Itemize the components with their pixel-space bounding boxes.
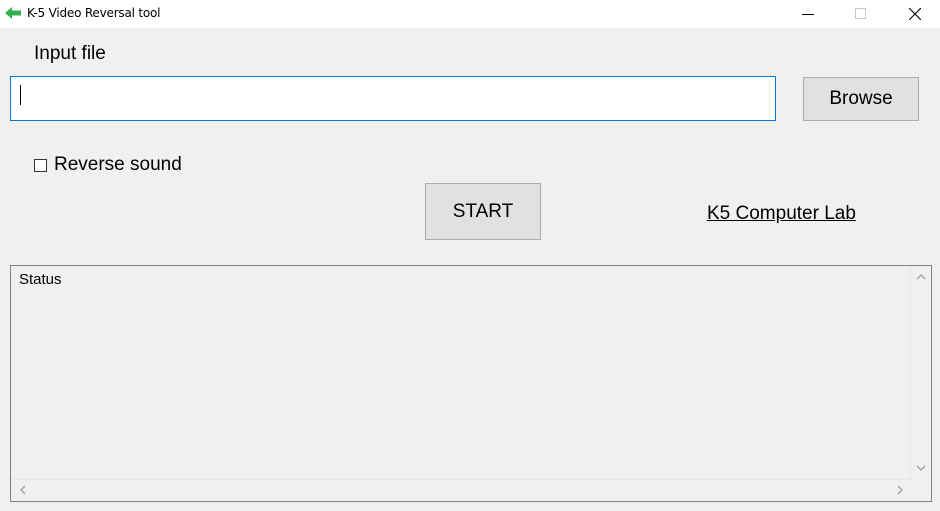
reverse-sound-label[interactable]: Reverse sound — [54, 154, 182, 176]
window-title: K-5 Video Reversal tool — [27, 6, 161, 20]
k5-computer-lab-link[interactable]: K5 Computer Lab — [707, 203, 856, 225]
input-file-label: Input file — [34, 43, 106, 64]
minimize-button[interactable] — [785, 0, 831, 28]
scroll-down-icon[interactable] — [915, 462, 927, 474]
close-button[interactable] — [892, 0, 938, 28]
scrollbar-corner — [910, 480, 931, 501]
reverse-sound-checkbox[interactable] — [34, 158, 47, 172]
app-arrow-icon — [4, 6, 22, 20]
horizontal-scrollbar[interactable] — [11, 479, 910, 501]
scroll-left-icon[interactable] — [17, 484, 29, 496]
reverse-sound-option[interactable]: Reverse sound — [34, 154, 182, 176]
minimize-icon — [802, 14, 814, 15]
start-button[interactable]: START — [425, 183, 541, 240]
text-caret — [20, 85, 21, 105]
scroll-up-icon[interactable] — [915, 271, 927, 283]
close-icon — [909, 8, 921, 20]
scroll-right-icon[interactable] — [894, 484, 906, 496]
input-file-field[interactable] — [10, 76, 776, 121]
maximize-icon — [855, 8, 866, 19]
status-text: Status — [19, 271, 62, 288]
maximize-button[interactable] — [838, 0, 884, 28]
browse-button[interactable]: Browse — [803, 77, 919, 121]
status-textarea[interactable]: Status — [10, 265, 932, 502]
title-bar: K-5 Video Reversal tool — [0, 0, 940, 28]
vertical-scrollbar[interactable] — [910, 266, 931, 480]
